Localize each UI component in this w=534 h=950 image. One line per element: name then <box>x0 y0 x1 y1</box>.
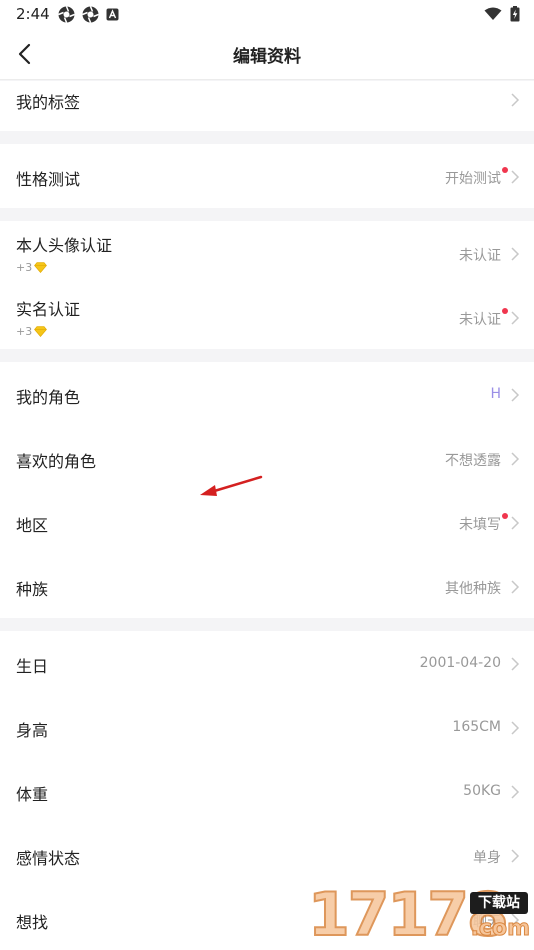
watermark-badge: 下载站 <box>470 892 528 914</box>
row-value: 未填写 <box>459 517 501 533</box>
chevron-right-icon <box>511 170 520 184</box>
wifi-icon <box>484 7 502 20</box>
row-value: 未认证 <box>459 312 501 328</box>
section-personality: 性格测试 开始测试 <box>0 144 534 208</box>
row-relationship-status[interactable]: 感情状态 单身 <box>0 823 534 887</box>
watermark-logo: 17178 下载站 .com <box>307 879 534 950</box>
notification-dot <box>502 308 508 314</box>
reward-amount: +3 <box>16 261 33 274</box>
row-label: 种族 <box>16 580 49 599</box>
status-bar: 2:44 <box>0 0 534 28</box>
watermark-domain: .com <box>470 916 530 942</box>
row-value: 单身 <box>473 850 501 866</box>
row-value: 开始测试 <box>445 171 501 187</box>
reward-badge: +3 <box>16 325 48 338</box>
chevron-right-icon <box>511 516 520 530</box>
chevron-right-icon <box>511 93 520 107</box>
diamond-icon <box>34 326 48 337</box>
row-value: 未认证 <box>459 248 501 264</box>
chevron-right-icon <box>511 388 520 402</box>
row-label: 我的标签 <box>16 93 81 112</box>
row-label: 性格测试 <box>16 170 81 189</box>
chevron-right-icon <box>511 580 520 594</box>
row-label: 本人头像认证 <box>16 236 113 255</box>
row-label: 地区 <box>16 516 49 535</box>
row-personality-test[interactable]: 性格测试 开始测试 <box>0 144 534 208</box>
row-label: 感情状态 <box>16 849 81 868</box>
battery-charging-icon <box>510 6 520 22</box>
row-height[interactable]: 身高 165CM <box>0 695 534 759</box>
aperture-icon <box>58 6 75 23</box>
chevron-right-icon <box>511 247 520 261</box>
row-value: H <box>490 386 501 402</box>
status-time: 2:44 <box>16 5 50 23</box>
chevron-right-icon <box>511 311 520 325</box>
row-label: 生日 <box>16 657 49 676</box>
section-tags: 我的标签 <box>0 81 534 131</box>
diamond-icon <box>34 262 48 273</box>
row-label: 喜欢的角色 <box>16 452 97 471</box>
status-icons-right <box>484 6 520 22</box>
status-icons-left <box>58 6 119 23</box>
chevron-right-icon <box>511 785 520 799</box>
notification-dot <box>502 167 508 173</box>
row-birthday[interactable]: 生日 2001-04-20 <box>0 631 534 695</box>
row-value: 50KG <box>463 783 501 799</box>
row-weight[interactable]: 体重 50KG <box>0 759 534 823</box>
row-avatar-verification[interactable]: 本人头像认证 +3 未认证 <box>0 221 534 285</box>
notification-dot <box>502 513 508 519</box>
row-race[interactable]: 种族 其他种族 <box>0 554 534 618</box>
page-title: 编辑资料 <box>233 47 301 67</box>
row-value: 其他种族 <box>445 581 501 597</box>
row-label: 实名认证 <box>16 300 81 319</box>
annotation-arrow-icon <box>200 475 263 496</box>
reward-badge: +3 <box>16 261 48 274</box>
row-value: 165CM <box>452 719 501 735</box>
chevron-right-icon <box>511 721 520 735</box>
header-bar: 编辑资料 <box>0 28 534 80</box>
row-my-role[interactable]: 我的角色 H <box>0 362 534 426</box>
row-label: 体重 <box>16 785 49 804</box>
reward-amount: +3 <box>16 325 33 338</box>
row-realname-verification[interactable]: 实名认证 +3 未认证 <box>0 285 534 349</box>
row-label: 我的角色 <box>16 388 81 407</box>
a-badge-icon <box>106 8 119 21</box>
row-label: 身高 <box>16 721 49 740</box>
chevron-right-icon <box>511 657 520 671</box>
chevron-right-icon <box>511 452 520 466</box>
row-my-tags[interactable]: 我的标签 <box>0 81 534 131</box>
aperture-icon <box>82 6 99 23</box>
row-value: 不想透露 <box>445 453 501 469</box>
section-verification: 本人头像认证 +3 未认证 实名认证 +3 未认证 <box>0 221 534 349</box>
row-value: 2001-04-20 <box>419 655 501 671</box>
chevron-right-icon <box>511 849 520 863</box>
row-label: 想找 <box>16 913 49 932</box>
